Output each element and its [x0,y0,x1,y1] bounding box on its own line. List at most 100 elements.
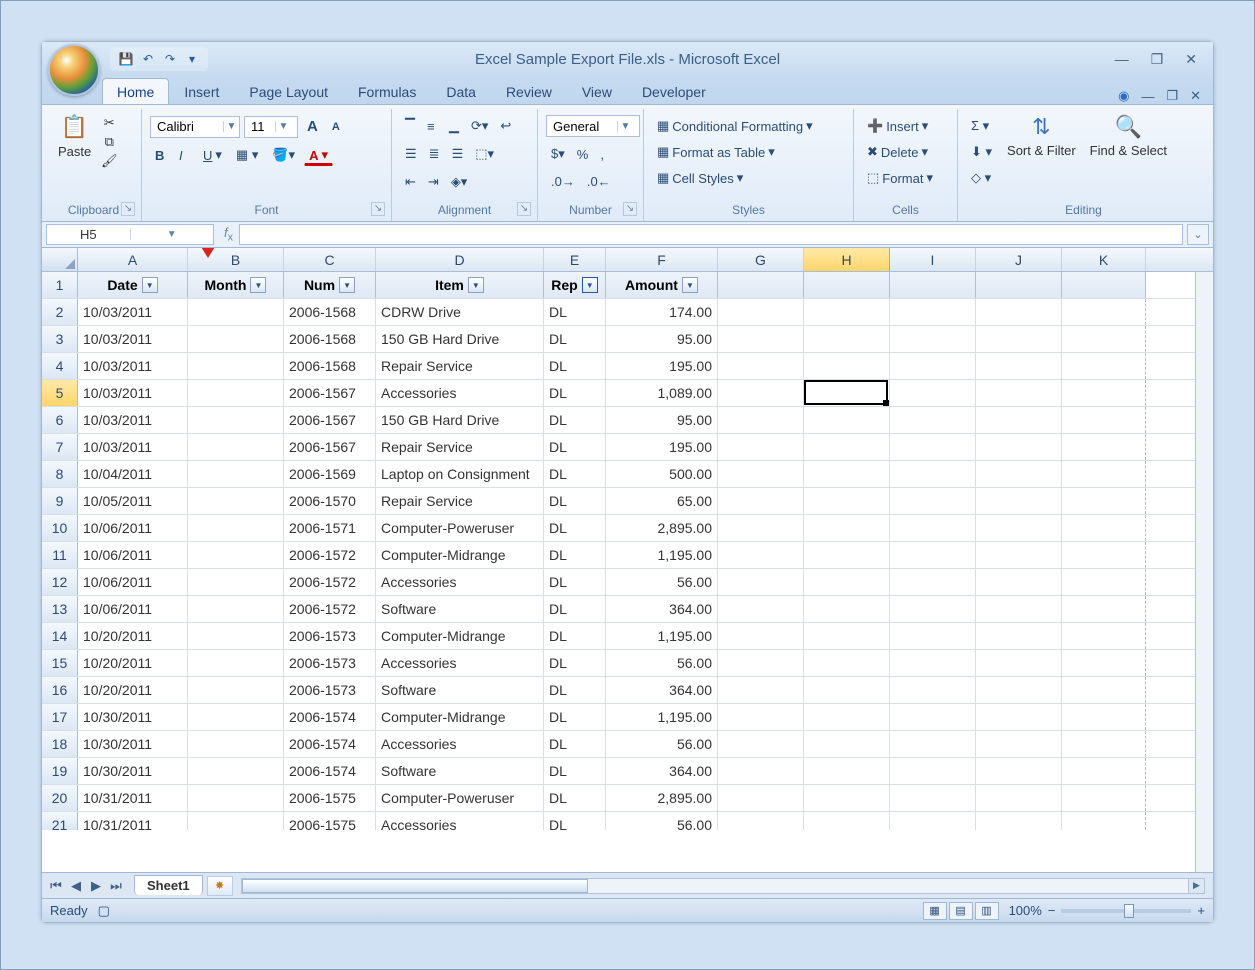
align-left-icon[interactable]: ☰ [400,143,422,165]
spreadsheet-grid[interactable]: ABCDEFGHIJK 1Date▼Month▼Num▼Item▼Rep▼Amo… [42,248,1213,872]
cell[interactable]: Computer-Midrange [376,542,544,568]
cell[interactable] [804,461,890,487]
conditional-formatting-button[interactable]: ▦ Conditional Formatting ▾ [652,115,818,137]
align-launcher[interactable]: ↘ [517,202,531,216]
increase-decimal-icon[interactable]: .0→ [546,171,580,192]
cell[interactable] [1062,542,1146,568]
header-cell[interactable] [1062,272,1146,298]
cell[interactable] [804,623,890,649]
cell[interactable] [890,569,976,595]
cell[interactable] [804,380,890,406]
cut-icon[interactable]: ✂ [101,115,117,131]
macro-record-icon[interactable]: ▢ [98,903,110,919]
cell[interactable] [188,326,284,352]
cell[interactable]: 2,895.00 [606,785,718,811]
cell[interactable]: Software [376,677,544,703]
fill-button[interactable]: ⬇ ▾ [966,141,997,163]
filter-button[interactable]: ▼ [339,277,355,293]
cell[interactable]: 2006-1573 [284,623,376,649]
ribbon-tab-formulas[interactable]: Formulas [343,78,431,104]
cell[interactable]: 2006-1568 [284,299,376,325]
cell[interactable] [804,758,890,784]
cell[interactable]: Accessories [376,812,544,830]
cell[interactable]: 364.00 [606,677,718,703]
cell[interactable] [890,488,976,514]
copy-icon[interactable]: ⧉ [101,134,117,150]
sheet-nav-next[interactable]: ▶ [86,878,106,894]
cell[interactable]: 10/31/2011 [78,785,188,811]
row-header[interactable]: 14 [42,623,78,649]
cell[interactable] [976,704,1062,730]
column-header-J[interactable]: J [976,248,1062,271]
cell[interactable] [188,542,284,568]
row-header[interactable]: 12 [42,569,78,595]
cell[interactable] [976,785,1062,811]
delete-cells-button[interactable]: ✖ Delete ▾ [862,141,933,163]
filter-button[interactable]: ▼ [682,277,698,293]
cell[interactable] [804,434,890,460]
row-header[interactable]: 8 [42,461,78,487]
cell[interactable] [804,731,890,757]
cell[interactable]: DL [544,569,606,595]
clear-button[interactable]: ◇ ▾ [966,167,997,189]
decrease-decimal-icon[interactable]: .0← [582,171,616,192]
cell[interactable] [1062,704,1146,730]
row-header[interactable]: 9 [42,488,78,514]
cell[interactable] [718,542,804,568]
cell[interactable]: 56.00 [606,731,718,757]
page-break-view-icon[interactable]: ▥ [975,902,999,920]
header-cell[interactable]: Amount▼ [606,272,718,298]
cell[interactable] [1062,407,1146,433]
cell[interactable]: Computer-Midrange [376,623,544,649]
cell[interactable] [188,380,284,406]
format-cells-button[interactable]: ⬚ Format ▾ [862,167,938,189]
cell[interactable] [1062,623,1146,649]
cell[interactable] [718,731,804,757]
cell[interactable]: DL [544,461,606,487]
align-bottom-icon[interactable]: ▁ [444,115,464,137]
cell[interactable]: Accessories [376,380,544,406]
cell[interactable]: DL [544,353,606,379]
header-cell[interactable] [890,272,976,298]
horizontal-scrollbar[interactable]: ◀▶ [241,878,1205,894]
column-header-F[interactable]: F [606,248,718,271]
cell[interactable] [976,650,1062,676]
cell[interactable]: 10/20/2011 [78,677,188,703]
cell[interactable] [890,650,976,676]
cell[interactable] [718,785,804,811]
row-header[interactable]: 11 [42,542,78,568]
font-color-button[interactable]: A▾ [304,144,333,166]
currency-icon[interactable]: $▾ [546,143,570,165]
autosum-button[interactable]: Σ ▾ [966,115,997,137]
row-header[interactable]: 20 [42,785,78,811]
orientation-icon[interactable]: ⟳▾ [466,115,493,137]
cell[interactable]: 2006-1568 [284,353,376,379]
cell[interactable] [976,380,1062,406]
cell[interactable]: 150 GB Hard Drive [376,407,544,433]
cell[interactable]: DL [544,812,606,830]
cell[interactable]: 56.00 [606,569,718,595]
cell[interactable] [188,461,284,487]
header-cell[interactable] [804,272,890,298]
cell[interactable] [718,569,804,595]
cell[interactable] [890,353,976,379]
cell[interactable] [890,299,976,325]
cell[interactable]: Software [376,758,544,784]
cell[interactable]: DL [544,434,606,460]
column-header-G[interactable]: G [718,248,804,271]
ribbon-tab-view[interactable]: View [567,78,627,104]
cell[interactable] [718,596,804,622]
sheet-nav-prev[interactable]: ◀ [66,878,86,894]
zoom-out-icon[interactable]: − [1048,903,1056,918]
cell[interactable] [976,326,1062,352]
cell[interactable] [188,569,284,595]
cell[interactable] [718,461,804,487]
cell[interactable]: 2006-1574 [284,758,376,784]
select-all-corner[interactable] [42,248,78,271]
cell[interactable] [890,407,976,433]
cell[interactable] [1062,569,1146,595]
header-cell[interactable]: Date▼ [78,272,188,298]
header-cell[interactable]: Num▼ [284,272,376,298]
cell[interactable] [976,596,1062,622]
minimize-button[interactable]: — [1115,51,1129,68]
